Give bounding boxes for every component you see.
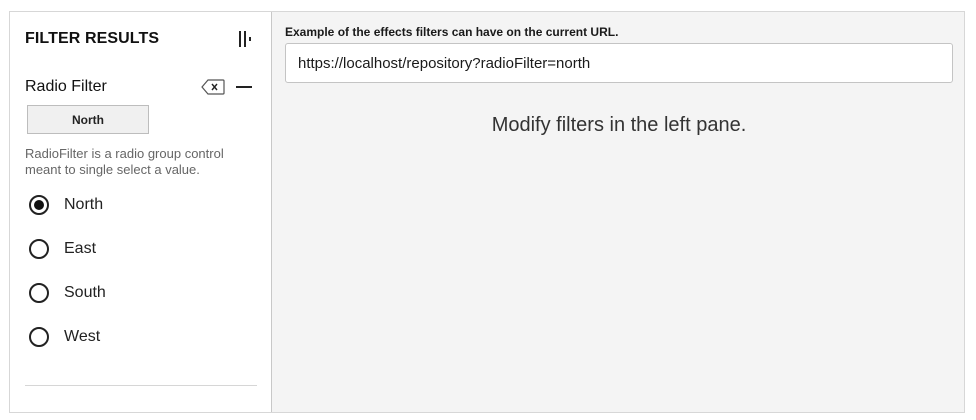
radio-filter-header: Radio Filter: [25, 78, 253, 96]
radio-group: North East South West: [29, 194, 106, 370]
app-frame: FILTER RESULTS Radio Filter North RadioF…: [9, 11, 965, 413]
selected-value-chip[interactable]: North: [27, 105, 149, 134]
radio-button[interactable]: [29, 327, 49, 347]
radio-option-west[interactable]: West: [29, 326, 106, 348]
radio-label: East: [64, 240, 97, 257]
url-display: https://localhost/repository?radioFilter…: [285, 43, 953, 83]
radio-option-north[interactable]: North: [29, 194, 106, 216]
radio-label: North: [64, 196, 104, 213]
radio-option-east[interactable]: East: [29, 238, 106, 260]
radio-button[interactable]: [29, 239, 49, 259]
filter-sidebar: FILTER RESULTS Radio Filter North RadioF…: [10, 12, 272, 412]
filter-description: RadioFilter is a radio group control mea…: [25, 146, 224, 177]
minus-icon[interactable]: [235, 79, 253, 95]
main-content: Example of the effects filters can have …: [272, 12, 964, 412]
radio-button-checked[interactable]: [29, 195, 49, 215]
main-message: Modify filters in the left pane.: [491, 114, 747, 136]
radio-label: West: [64, 328, 101, 345]
clear-filter-icon[interactable]: [201, 79, 225, 95]
radio-dot: [34, 200, 44, 210]
sidebar-title: FILTER RESULTS: [25, 30, 160, 47]
filter-label: Radio Filter: [25, 78, 107, 95]
radio-option-south[interactable]: South: [29, 282, 106, 304]
url-caption: Example of the effects filters can have …: [285, 25, 619, 39]
sidebar-divider: [25, 385, 257, 386]
filter-actions: [201, 79, 253, 95]
radio-button[interactable]: [29, 283, 49, 303]
sidebar-header: FILTER RESULTS: [25, 29, 253, 49]
radio-label: South: [64, 284, 106, 301]
collapse-sidebar-icon[interactable]: [237, 29, 253, 49]
